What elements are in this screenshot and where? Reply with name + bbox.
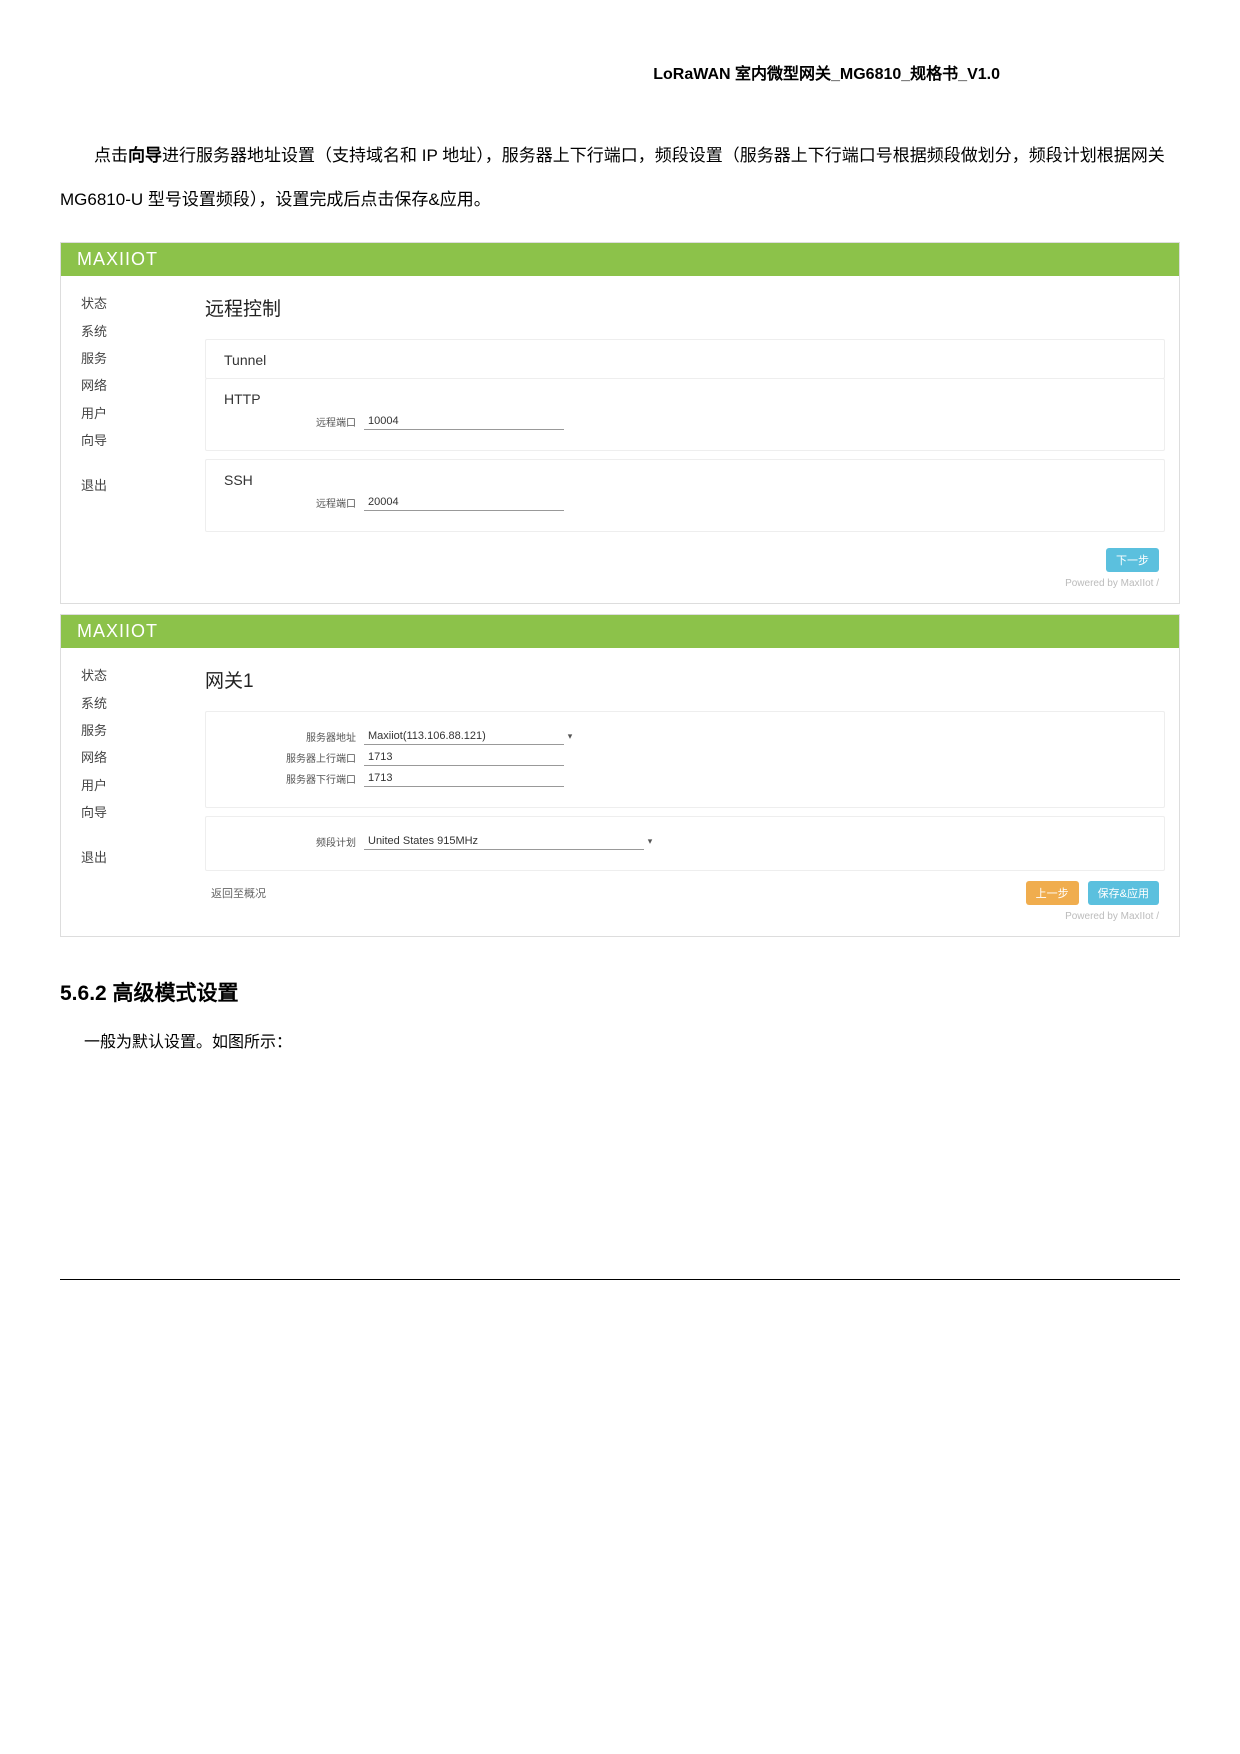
screenshot-gateway-1: MAXIIOT 状态 系统 服务 网络 用户 向导 退出 网关1 服务器地址 M… <box>60 614 1180 937</box>
sidebar-item-network[interactable]: 网络 <box>81 744 191 771</box>
downlink-port-label: 服务器下行端口 <box>224 771 364 786</box>
intro-paragraph: 点击向导进行服务器地址设置（支持域名和 IP 地址），服务器上下行端口，频段设置… <box>60 134 1180 222</box>
sidebar: 状态 系统 服务 网络 用户 向导 退出 <box>61 276 191 603</box>
uplink-port-input[interactable]: 1713 <box>364 749 564 766</box>
body-text: 一般为默认设置。如图所示： <box>60 1027 1180 1059</box>
next-button[interactable]: 下一步 <box>1106 548 1159 572</box>
section-http: HTTP <box>224 391 1146 407</box>
document-header: LoRaWAN 室内微型网关_MG6810_规格书_V1.0 <box>60 60 1180 84</box>
sidebar-item-status[interactable]: 状态 <box>81 290 191 317</box>
page-title: 网关1 <box>205 666 1169 693</box>
brand-pref: MA <box>77 621 106 641</box>
sidebar-item-status[interactable]: 状态 <box>81 662 191 689</box>
ssh-port-input[interactable]: 20004 <box>364 494 564 511</box>
brand-x: X <box>106 249 119 269</box>
prev-button[interactable]: 上一步 <box>1026 881 1079 905</box>
powered-by: Powered by MaxIIot / <box>201 578 1169 593</box>
sidebar-item-system[interactable]: 系统 <box>81 318 191 345</box>
sidebar-item-wizard[interactable]: 向导 <box>81 799 191 826</box>
ssh-port-label: 远程端口 <box>224 495 364 510</box>
footer-rule <box>60 1279 1180 1280</box>
sidebar-item-services[interactable]: 服务 <box>81 345 191 372</box>
back-to-overview-link[interactable]: 返回至概况 <box>211 885 266 901</box>
page-title: 远程控制 <box>205 294 1169 321</box>
sidebar-item-wizard[interactable]: 向导 <box>81 427 191 454</box>
powered-by: Powered by MaxIIot / <box>201 911 1169 926</box>
intro-pre: 点击 <box>94 146 128 165</box>
sidebar-item-network[interactable]: 网络 <box>81 372 191 399</box>
downlink-port-input[interactable]: 1713 <box>364 770 564 787</box>
http-port-input[interactable]: 10004 <box>364 413 564 430</box>
brand-x: X <box>106 621 119 641</box>
uplink-port-label: 服务器上行端口 <box>224 750 364 765</box>
screenshot-remote-control: MAXIIOT 状态 系统 服务 网络 用户 向导 退出 远程控制 Tunnel… <box>60 242 1180 604</box>
sidebar-item-logout[interactable]: 退出 <box>81 844 191 871</box>
section-ssh: SSH <box>224 472 1146 488</box>
server-addr-label: 服务器地址 <box>224 729 364 744</box>
brand-bar: MAXIIOT <box>61 615 1179 648</box>
chevron-down-icon: ▾ <box>644 836 656 847</box>
server-addr-select[interactable]: Maxiiot(113.106.88.121) <box>364 728 564 745</box>
sidebar-item-user[interactable]: 用户 <box>81 400 191 427</box>
freq-plan-label: 频段计划 <box>224 834 364 849</box>
sidebar: 状态 系统 服务 网络 用户 向导 退出 <box>61 648 191 936</box>
brand-bar: MAXIIOT <box>61 243 1179 276</box>
section-tunnel: Tunnel <box>224 352 1146 368</box>
sidebar-item-user[interactable]: 用户 <box>81 772 191 799</box>
intro-bold: 向导 <box>128 146 162 165</box>
chevron-down-icon: ▾ <box>564 731 576 742</box>
brand-pref: MA <box>77 249 106 269</box>
intro-post: 进行服务器地址设置（支持域名和 IP 地址），服务器上下行端口，频段设置（服务器… <box>60 146 1165 209</box>
sidebar-item-logout[interactable]: 退出 <box>81 472 191 499</box>
brand-suf: IIOT <box>119 249 158 269</box>
sidebar-item-services[interactable]: 服务 <box>81 717 191 744</box>
sidebar-item-system[interactable]: 系统 <box>81 690 191 717</box>
save-apply-button[interactable]: 保存&应用 <box>1088 881 1159 905</box>
section-heading-5-6-2: 5.6.2 高级模式设置 <box>60 977 1180 1007</box>
brand-suf: IIOT <box>119 621 158 641</box>
http-port-label: 远程端口 <box>224 414 364 429</box>
freq-plan-select[interactable]: United States 915MHz <box>364 833 644 850</box>
